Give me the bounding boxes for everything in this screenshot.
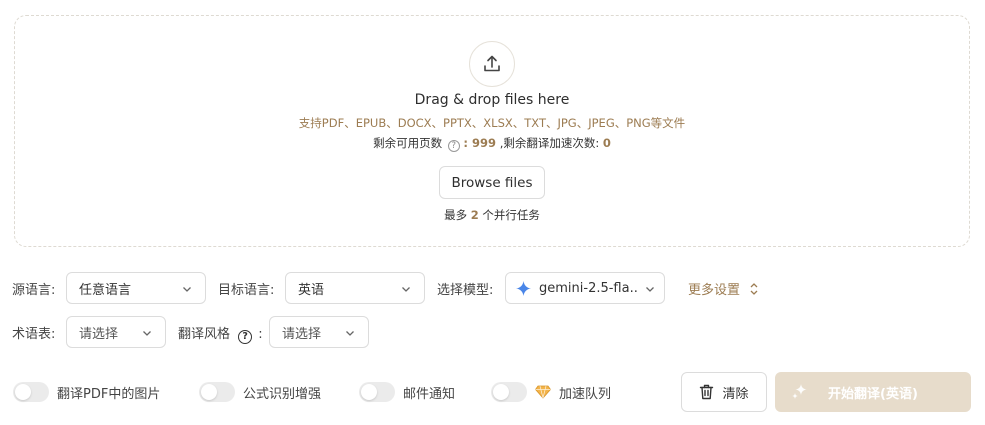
email-label: 邮件通知 [403, 386, 456, 402]
clear-button[interactable]: 清除 [681, 372, 767, 412]
chevron-down-icon [143, 331, 151, 336]
email-option: 邮件通知 [359, 382, 455, 402]
chevron-down-icon [402, 287, 410, 292]
target-language-select[interactable]: 英语 [285, 272, 425, 304]
parallel-prefix: 最多 [444, 208, 471, 222]
target-language-value: 英语 [298, 282, 325, 298]
accel-value: 0 [602, 136, 611, 150]
parallel-tasks-info: 最多 2 个并行任务 [15, 207, 969, 223]
upload-icon[interactable] [469, 41, 515, 87]
source-language-value: 任意语言 [79, 282, 132, 298]
trash-icon [700, 384, 714, 400]
formula-toggle[interactable] [199, 382, 235, 402]
email-toggle[interactable] [359, 382, 395, 402]
chevron-down-icon [646, 287, 654, 292]
dropzone-title: Drag & drop files here [414, 92, 570, 108]
glossary-value: 请选择 [79, 326, 119, 342]
translation-style-value: 请选择 [282, 326, 322, 342]
diamond-icon [535, 385, 551, 399]
sparkle-icon [792, 384, 807, 399]
target-language-label: 目标语言: [218, 283, 275, 298]
more-settings-label: 更多设置 [688, 283, 741, 298]
source-language-label: 源语言: [12, 283, 56, 298]
formula-option: 公式识别增强 [199, 382, 321, 402]
accel-queue-option: 加速队列 [491, 382, 611, 402]
pages-label: 剩余可用页数 [373, 136, 443, 150]
translate-images-label: 翻译PDF中的图片 [57, 386, 161, 402]
more-settings-toggle[interactable]: 更多设置 [688, 279, 760, 298]
gemini-icon [516, 280, 531, 296]
translation-style-select[interactable]: 请选择 [269, 316, 369, 348]
translation-style-text: 翻译风格 [178, 327, 231, 342]
model-label: 选择模型: [437, 283, 494, 298]
pages-value: : 999 [463, 136, 497, 150]
translate-images-option: 翻译PDF中的图片 [13, 382, 160, 402]
start-translation-button[interactable]: 开始翻译(英语) [775, 372, 971, 412]
source-language-select[interactable]: 任意语言 [66, 272, 206, 304]
chevron-down-icon [346, 331, 354, 336]
help-icon[interactable]: ? [238, 330, 253, 344]
translation-style-label: 翻译风格 ? : [178, 327, 263, 344]
accel-queue-label: 加速队列 [559, 386, 612, 402]
start-translation-label: 开始翻译(英语) [828, 386, 918, 402]
quota-info: 剩余可用页数 ? : 999 ,剩余翻译加速次数: 0 [15, 135, 969, 152]
parallel-value: 2 [470, 208, 479, 222]
formula-label: 公式识别增强 [243, 386, 322, 402]
supported-formats: 支持PDF、EPUB、DOCX、PPTX、XLSX、TXT、JPG、JPEG、P… [298, 116, 686, 130]
browse-files-button[interactable]: Browse files [439, 166, 545, 199]
accel-queue-toggle[interactable] [491, 382, 527, 402]
parallel-suffix: 个并行任务 [482, 208, 540, 222]
glossary-select[interactable]: 请选择 [66, 316, 166, 348]
accel-label: ,剩余翻译加速次数: [499, 136, 603, 150]
model-value: gemini-2.5-fla... [539, 280, 638, 296]
model-select[interactable]: gemini-2.5-fla... [505, 272, 665, 304]
file-dropzone[interactable]: Drag & drop files here 支持PDF、EPUB、DOCX、P… [14, 15, 970, 247]
glossary-label: 术语表: [12, 327, 56, 342]
help-icon[interactable]: ? [447, 140, 460, 152]
clear-label: 清除 [722, 386, 749, 402]
chevron-up-down-icon [750, 282, 758, 295]
translate-images-toggle[interactable] [13, 382, 49, 402]
chevron-down-icon [183, 287, 191, 292]
